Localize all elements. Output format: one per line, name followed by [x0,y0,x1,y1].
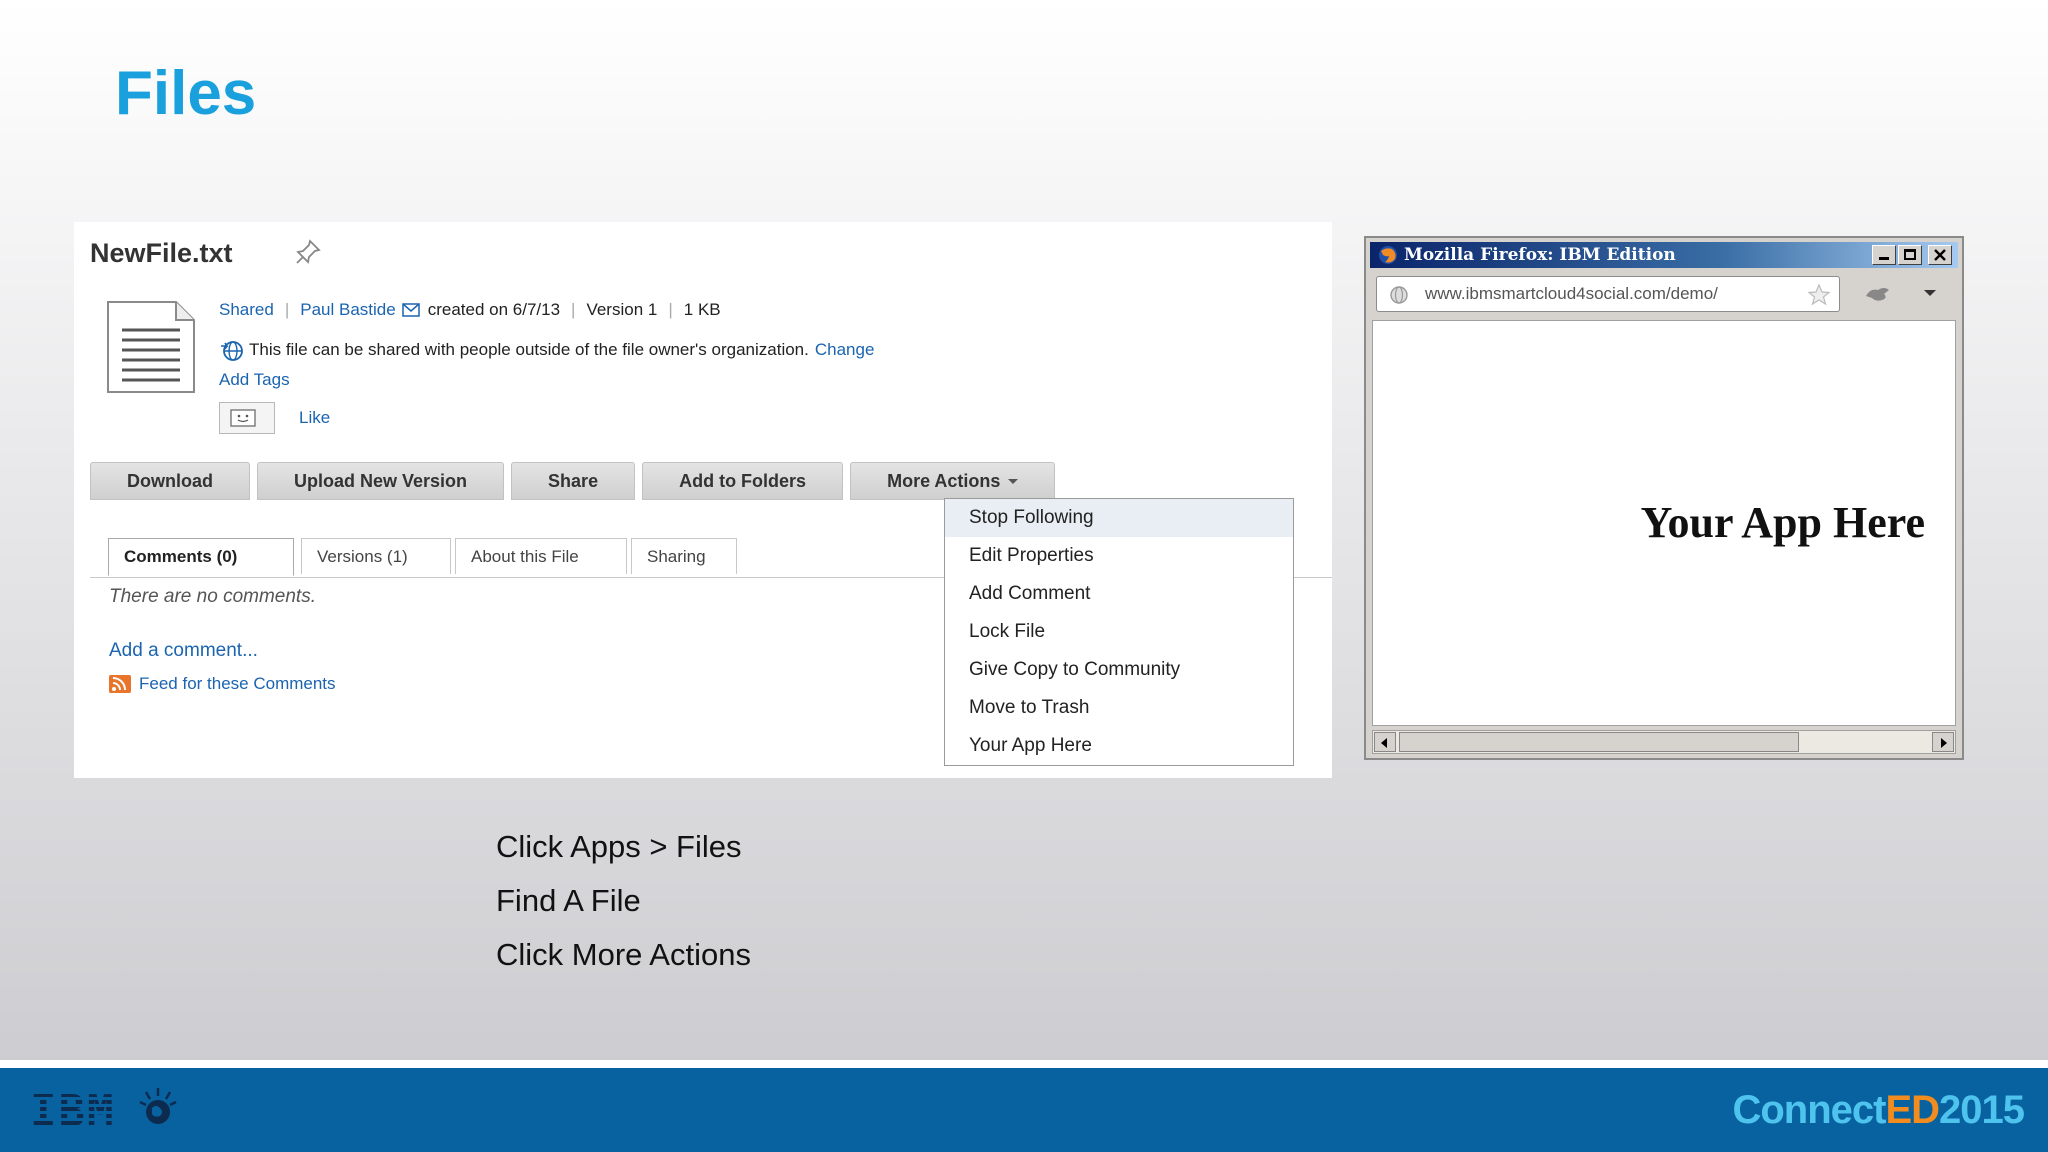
scroll-left-button[interactable] [1374,732,1396,752]
ibm-logo: IBM [30,1086,116,1137]
menu-item-edit-properties[interactable]: Edit Properties [945,537,1293,575]
share-notice-text: This file can be shared with people outs… [249,340,809,359]
menu-item-your-app-here[interactable]: Your App Here [945,727,1293,765]
addon-icon[interactable] [1862,282,1892,306]
rss-icon [109,675,131,693]
tab-about[interactable]: About this File [455,538,627,574]
tab-label: Comments (0) [124,547,238,566]
instructions: Click Apps > Files Find A File Click Mor… [496,820,751,982]
maximize-icon[interactable] [1898,245,1922,265]
like-button[interactable] [219,402,275,434]
firefox-logo-icon [1379,246,1397,264]
footer-divider [0,1060,2048,1068]
separator: | [571,300,576,319]
more-actions-label: More Actions [887,470,1001,491]
browser-titlebar[interactable]: Mozilla Firefox: IBM Edition [1370,242,1958,268]
comments-feed[interactable]: Feed for these Comments [109,674,336,694]
add-to-folders-label: Add to Folders [679,470,807,491]
minimize-icon[interactable] [1872,245,1896,265]
instruction-step: Click More Actions [496,937,751,972]
smarter-planet-icon [139,1088,177,1124]
shared-link[interactable]: Shared [219,300,274,320]
more-actions-button[interactable]: More Actions [850,462,1056,500]
site-identity-icon[interactable] [1389,285,1409,305]
scroll-thumb[interactable] [1399,732,1799,752]
horizontal-scrollbar[interactable] [1372,730,1956,754]
brand-ed: ED [1885,1088,1940,1132]
upload-new-version-button[interactable]: Upload New Version [257,462,505,500]
tab-versions[interactable]: Versions (1) [301,538,451,574]
upload-label: Upload New Version [294,470,468,491]
add-comment-link[interactable]: Add a comment... [109,640,258,662]
instruction-step: Find A File [496,883,641,918]
file-size: 1 KB [683,300,721,319]
browser-window: Mozilla Firefox: IBM Edition www.ibmsmar… [1364,236,1964,760]
footer: IBM ConnectED2015 [0,1068,2048,1152]
scroll-right-button[interactable] [1932,732,1954,752]
tab-sharing[interactable]: Sharing [631,538,737,574]
file-name: NewFile.txt [90,238,233,268]
created-date: created on 6/7/13 [427,300,561,319]
url-text: www.ibmsmartcloud4social.com/demo/ [1425,284,1718,303]
share-button[interactable]: Share [511,462,636,500]
brand-year: 2015 [1939,1088,2025,1132]
arrow-right-icon [1941,738,1947,748]
separator: | [668,300,673,319]
download-button[interactable]: Download [90,462,250,500]
owner-link[interactable]: Paul Bastide [300,300,395,320]
brand-connect: Connect [1732,1088,1886,1132]
feed-link[interactable]: Feed for these Comments [139,674,336,694]
like-link[interactable]: Like [299,408,330,428]
envelope-icon[interactable] [401,303,420,317]
more-actions-menu: Stop Following Edit Properties Add Comme… [944,498,1294,766]
add-to-folders-button[interactable]: Add to Folders [642,462,844,500]
tab-label: Sharing [647,546,706,566]
instruction-step: Click Apps > Files [496,829,742,864]
action-toolbar: Download Upload New Version Share Add to… [90,462,1056,500]
add-tags-link[interactable]: Add Tags [219,370,290,390]
download-label: Download [127,470,213,491]
share-notice: This file can be shared with people outs… [219,338,874,362]
external-share-icon [221,341,243,361]
slide-title: Files [115,59,257,128]
file-meta: Shared | Paul Bastide created on 6/7/13 … [219,300,721,320]
menu-item-add-comment[interactable]: Add Comment [945,575,1293,613]
event-brand-logo: ConnectED2015 [1732,1088,2025,1133]
browser-title: Mozilla Firefox: IBM Edition [1404,245,1676,265]
arrow-left-icon [1381,738,1387,748]
url-bar[interactable]: www.ibmsmartcloud4social.com/demo/ [1376,276,1840,312]
change-link[interactable]: Change [815,340,875,360]
menu-item-move-to-trash[interactable]: Move to Trash [945,689,1293,727]
pin-icon[interactable] [294,238,322,266]
app-placeholder-text: Your App Here [1640,498,1925,547]
tab-label: About this File [471,546,579,566]
smiley-icon [230,409,256,427]
no-comments-text: There are no comments. [109,586,316,607]
bookmark-star-icon[interactable] [1807,283,1831,307]
chevron-down-icon [1008,478,1019,484]
separator: | [284,300,290,319]
tab-comments[interactable]: Comments (0) [108,538,294,576]
document-icon [107,301,195,393]
menu-item-give-copy-to-community[interactable]: Give Copy to Community [945,651,1293,689]
share-label: Share [548,470,599,491]
close-icon[interactable] [1928,245,1952,265]
chevron-down-icon[interactable] [1924,290,1936,296]
browser-content: Your App Here [1372,320,1956,726]
menu-item-lock-file[interactable]: Lock File [945,613,1293,651]
tab-label: Versions (1) [317,546,408,566]
menu-item-stop-following[interactable]: Stop Following [945,499,1293,537]
version-label: Version 1 [586,300,658,319]
